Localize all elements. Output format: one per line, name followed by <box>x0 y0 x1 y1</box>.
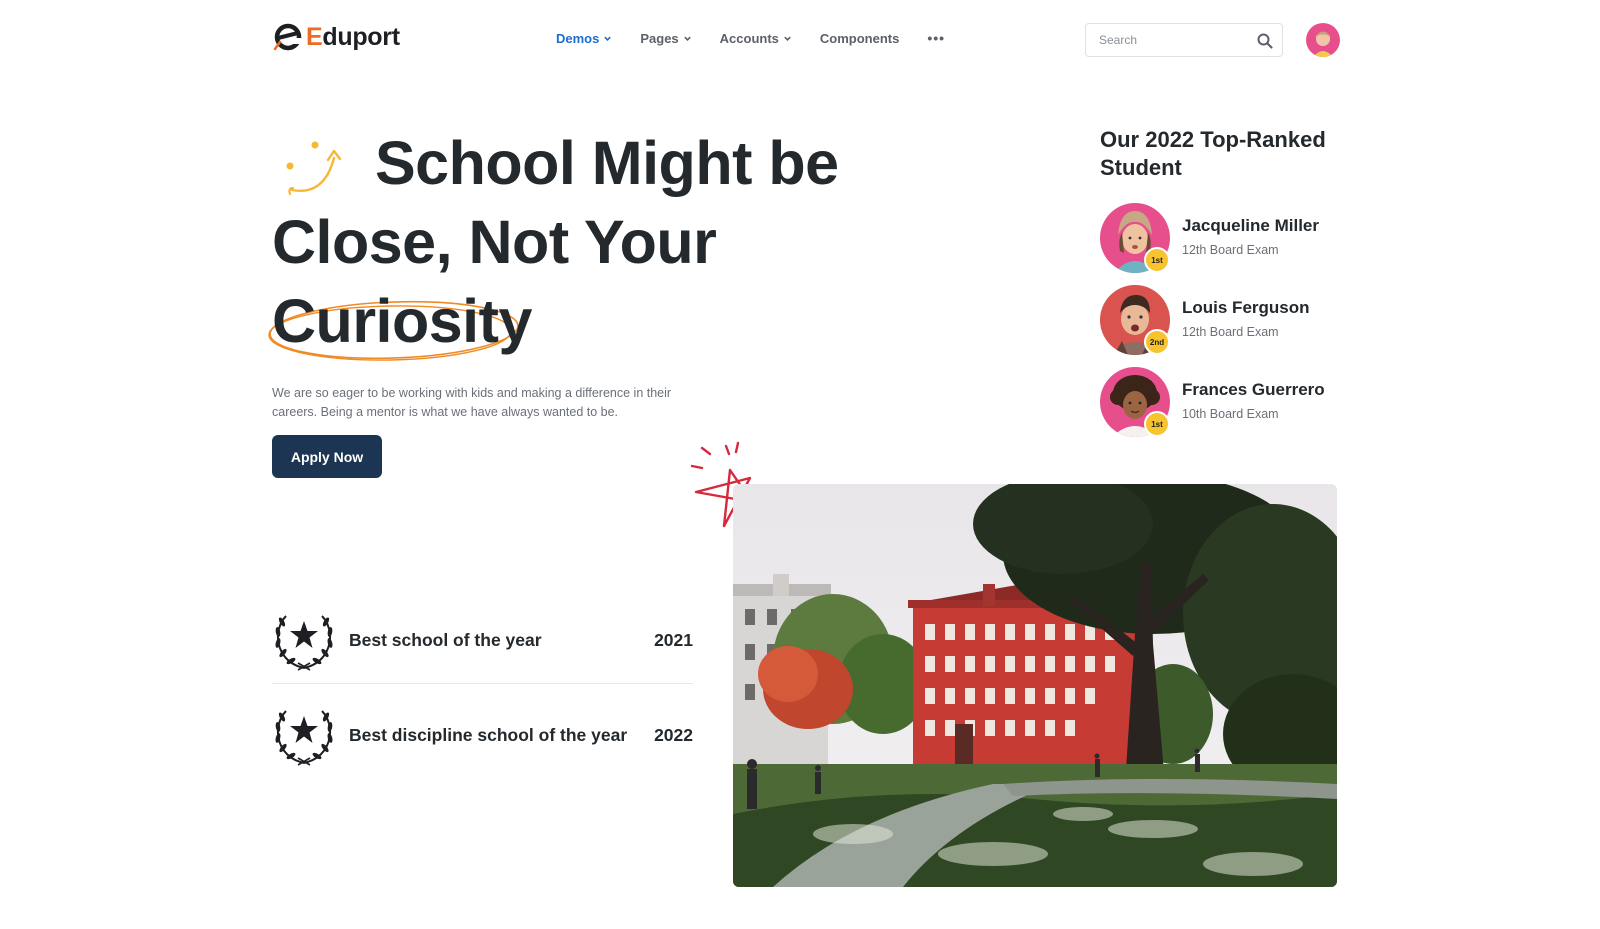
brand-logo[interactable]: Eduport <box>272 22 400 52</box>
nav-demos-label: Demos <box>556 30 600 46</box>
student-exam: 10th Board Exam <box>1182 407 1279 421</box>
award-label: Best discipline school of the year <box>349 724 628 745</box>
nav-components[interactable]: Components <box>820 31 899 46</box>
nav-accounts-label: Accounts <box>719 30 779 46</box>
search-input[interactable] <box>1086 33 1246 47</box>
top-students-title: Our 2022 Top-Ranked Student <box>1100 127 1326 180</box>
student-name: Frances Guerrero <box>1182 380 1325 399</box>
site-header: Eduport Demos Pages Accounts Components … <box>0 0 1600 80</box>
student-name: Jacqueline Miller <box>1182 216 1319 235</box>
nav-components-label: Components <box>819 30 900 46</box>
laurel-star-icon <box>275 615 333 671</box>
hero-title-line2: Close, Not Your <box>272 208 717 276</box>
campus-photo <box>733 484 1337 887</box>
rank-badge: 1st <box>1144 247 1170 273</box>
main-nav: Demos Pages Accounts Components ••• <box>556 30 945 46</box>
chevron-down-icon <box>683 36 691 41</box>
nav-pages[interactable]: Pages <box>640 31 691 46</box>
hero-title-line1: School Might be <box>375 129 839 197</box>
hero-description: We are so eager to be working with kids … <box>272 386 672 419</box>
nav-demos[interactable]: Demos <box>556 31 612 46</box>
nav-more-button[interactable]: ••• <box>927 30 945 46</box>
student-exam: 12th Board Exam <box>1182 243 1279 257</box>
user-avatar[interactable] <box>1306 23 1340 57</box>
student-card[interactable]: 2nd Louis Ferguson 12th Board Exam <box>1100 285 1340 355</box>
brand-name: Eduport <box>306 22 400 51</box>
student-card[interactable]: 1st Frances Guerrero 10th Board Exam <box>1100 367 1340 437</box>
student-exam: 12th Board Exam <box>1182 325 1279 339</box>
chevron-down-icon <box>784 36 791 41</box>
award-year: 2021 <box>654 629 693 650</box>
hero-title-highlight: Curiosity <box>268 282 532 361</box>
award-item: Best school of the year 2021 <box>272 608 693 672</box>
search-box <box>1085 23 1283 57</box>
divider <box>272 683 693 684</box>
student-card[interactable]: 1st Jacqueline Miller 12th Board Exam <box>1100 203 1340 273</box>
logo-icon <box>273 23 302 51</box>
student-name: Louis Ferguson <box>1182 298 1310 317</box>
campus-illustration <box>733 484 1337 887</box>
nav-pages-label: Pages <box>640 30 679 46</box>
rank-badge: 1st <box>1144 411 1170 437</box>
award-item: Best discipline school of the year 2022 <box>272 703 693 767</box>
apply-now-button[interactable]: Apply Now <box>272 435 382 478</box>
user-avatar-image <box>1306 23 1340 57</box>
rank-badge: 2nd <box>1144 329 1170 355</box>
award-label: Best school of the year <box>349 629 542 650</box>
search-icon[interactable] <box>1256 32 1274 50</box>
chevron-down-icon <box>604 36 612 41</box>
award-year: 2022 <box>654 724 693 745</box>
nav-accounts[interactable]: Accounts <box>720 31 792 46</box>
hero-title: School Might be Close, Not Your Curiosit… <box>268 124 839 361</box>
laurel-star-icon <box>275 710 333 766</box>
